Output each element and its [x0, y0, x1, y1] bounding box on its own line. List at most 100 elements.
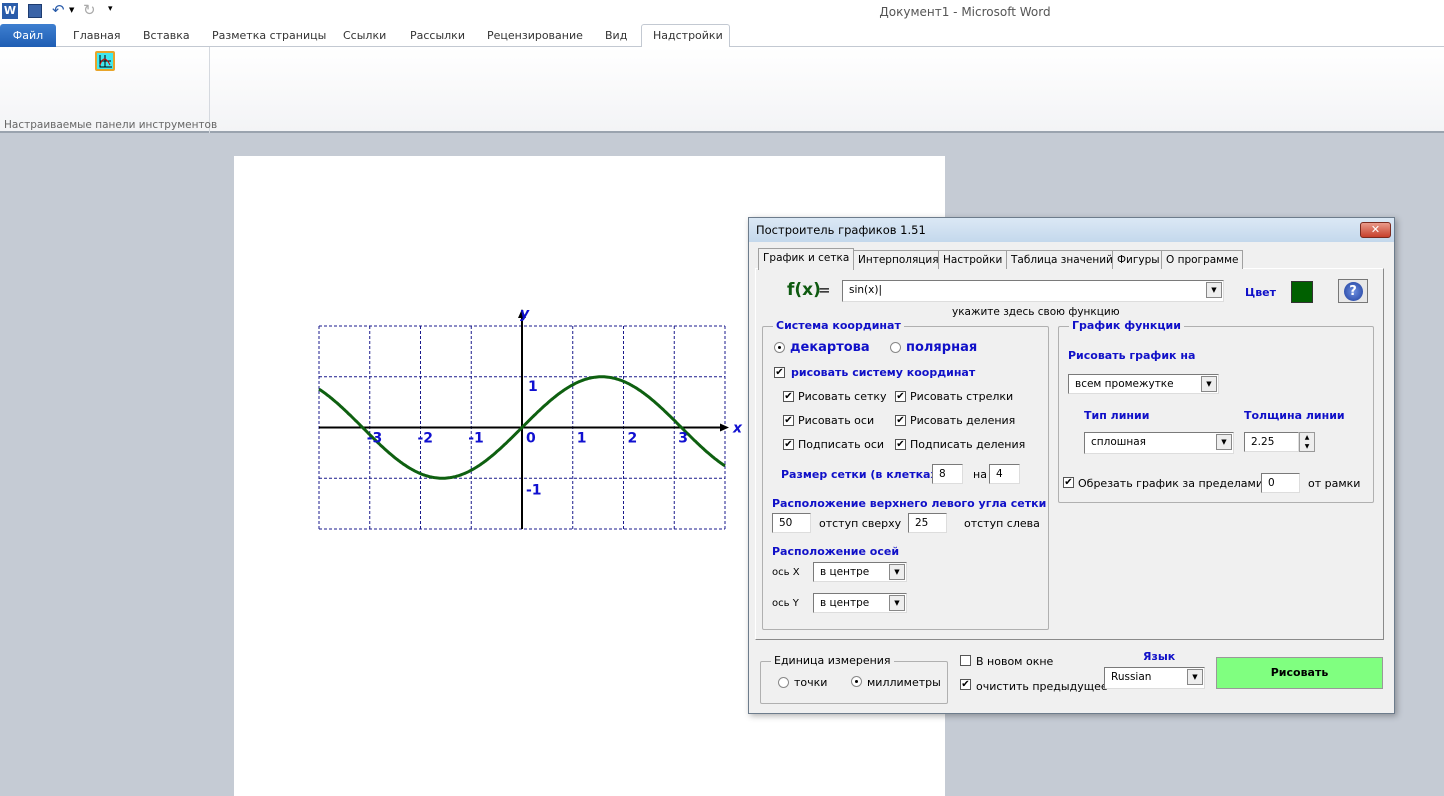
x-tick-label: -1 [468, 431, 484, 447]
top-offset-input[interactable]: 50 [772, 513, 811, 533]
line-width-label: Толщина линии [1244, 409, 1345, 422]
clear-previous-checkbox[interactable]: ✔ [960, 679, 971, 690]
help-icon: ? [1343, 282, 1363, 301]
line-type-value: сплошная [1091, 436, 1146, 448]
dialog-title: Построитель графиков 1.51 [749, 218, 1394, 242]
graph-function-group: График функции Рисовать график на всем п… [1058, 319, 1374, 503]
radio-polar-label[interactable]: полярная [906, 340, 977, 355]
checkbox-label-axes[interactable]: ✔ [783, 439, 794, 450]
coord-system-legend: Система координат [773, 319, 904, 332]
units-legend: Единица измерения [771, 654, 894, 667]
label-draw-axes[interactable]: Рисовать оси [798, 414, 874, 427]
color-swatch[interactable] [1291, 281, 1313, 303]
chevron-down-icon[interactable]: ▼ [889, 564, 905, 580]
radio-points[interactable] [778, 677, 789, 688]
checkbox-draw-ticks[interactable]: ✔ [895, 415, 906, 426]
grid-height-input[interactable]: 4 [989, 464, 1020, 484]
line-type-select[interactable]: сплошная ▼ [1084, 432, 1234, 454]
x-tick-label: 1 [577, 431, 587, 447]
clip-input[interactable]: 0 [1261, 473, 1300, 493]
checkbox-draw-grid[interactable]: ✔ [783, 391, 794, 402]
grid-size-label: Размер сетки (в клетках) [781, 468, 943, 481]
label-draw-ticks[interactable]: Рисовать деления [910, 414, 1015, 427]
label-draw-arrows[interactable]: Рисовать стрелки [910, 390, 1013, 403]
y-axis-label: y [520, 306, 530, 322]
radio-cartesian[interactable] [774, 342, 785, 353]
grid-by-label: на [973, 468, 987, 481]
function-hint: укажите здесь свою функцию [952, 306, 1120, 318]
clip-checkbox[interactable]: ✔ [1063, 477, 1074, 488]
language-value: Russian [1111, 671, 1152, 683]
label-label-axes[interactable]: Подписать оси [798, 438, 884, 451]
sine-chart: -3 -2 -1 0 1 2 3 1 -1 x y [318, 306, 743, 530]
axis-x-select[interactable]: в центре ▼ [813, 562, 907, 582]
fx-label: f(x) [787, 280, 821, 300]
draw-system-checkbox[interactable]: ✔ [774, 367, 785, 378]
axis-y-select[interactable]: в центре ▼ [813, 593, 907, 613]
help-button[interactable]: ? [1338, 279, 1368, 303]
grid-width-input[interactable]: 8 [932, 464, 963, 484]
draw-button[interactable]: Рисовать [1216, 657, 1383, 689]
x-tick-label: 3 [678, 431, 688, 447]
axes-position-label: Расположение осей [772, 545, 900, 558]
label-draw-grid[interactable]: Рисовать сетку [798, 390, 887, 403]
tab-values-table[interactable]: Таблица значений [1006, 250, 1118, 269]
corner-position-label: Расположение верхнего левого угла сетки [772, 497, 1047, 510]
line-type-label: Тип линии [1084, 409, 1150, 422]
chevron-down-icon[interactable]: ▼ [1216, 434, 1232, 450]
graph-function-legend: График функции [1069, 319, 1184, 332]
axis-x-label: ось X [772, 567, 800, 578]
radio-mm-label[interactable]: миллиметры [867, 676, 941, 689]
axis-x-value: в центре [820, 566, 870, 578]
language-select[interactable]: Russian ▼ [1104, 667, 1205, 689]
checkbox-label-ticks[interactable]: ✔ [895, 439, 906, 450]
x-tick-label: -3 [367, 431, 383, 447]
tab-about[interactable]: О программе [1161, 250, 1244, 269]
clear-previous-label[interactable]: очистить предыдущее [976, 680, 1108, 693]
axis-y-label: ось Y [772, 598, 799, 609]
tab-graph-grid[interactable]: График и сетка [758, 248, 855, 270]
equals-sign: = [818, 281, 831, 299]
color-label: Цвет [1245, 286, 1277, 299]
close-button[interactable]: ✕ [1360, 222, 1391, 238]
left-offset-label: отступ слева [964, 517, 1040, 530]
tab-settings[interactable]: Настройки [938, 250, 1008, 269]
chevron-down-icon[interactable]: ▼ [1201, 376, 1217, 392]
radio-mm[interactable] [851, 676, 862, 687]
draw-on-label: Рисовать график на [1068, 349, 1196, 362]
tab-panel: f(x) = sin(x)| ▼ укажите здесь свою функ… [755, 268, 1384, 640]
left-offset-input[interactable]: 25 [908, 513, 947, 533]
top-offset-label: отступ сверху [819, 517, 902, 530]
draw-on-select[interactable]: всем промежутке ▼ [1068, 374, 1219, 394]
chevron-down-icon[interactable]: ▼ [889, 595, 905, 611]
function-dropdown-arrow[interactable]: ▼ [1206, 282, 1222, 298]
function-value: sin(x) [849, 284, 879, 296]
language-label: Язык [1143, 650, 1176, 663]
new-window-checkbox[interactable] [960, 655, 971, 666]
new-window-label[interactable]: В новом окне [976, 655, 1053, 668]
x-tick-label: 2 [628, 431, 638, 447]
label-label-ticks[interactable]: Подписать деления [910, 438, 1025, 451]
tab-interpolation[interactable]: Интерполяция [853, 250, 944, 269]
draw-on-value: всем промежутке [1075, 378, 1174, 390]
function-input[interactable]: sin(x)| ▼ [842, 280, 1224, 302]
radio-polar[interactable] [890, 342, 901, 353]
coord-system-group: Система координат декартова полярная ✔ р… [762, 319, 1049, 630]
graph-builder-dialog: Построитель графиков 1.51 ✕ f(x) = sin(x… [748, 217, 1395, 714]
chevron-down-icon[interactable]: ▼ [1187, 669, 1203, 685]
draw-system-label[interactable]: рисовать систему координат [791, 366, 975, 379]
line-width-spinner[interactable]: ▲ ▼ [1299, 432, 1315, 452]
tab-shapes[interactable]: Фигуры [1112, 250, 1165, 269]
radio-points-label[interactable]: точки [794, 676, 827, 689]
units-group: Единица измерения точки миллиметры [760, 654, 948, 704]
x-tick-label: 0 [526, 431, 536, 447]
line-width-input[interactable]: 2.25 [1244, 432, 1299, 452]
checkbox-draw-axes[interactable]: ✔ [783, 415, 794, 426]
clip-suffix: от рамки [1308, 477, 1361, 490]
radio-cartesian-label[interactable]: декартова [790, 340, 870, 355]
axis-y-value: в центре [820, 597, 870, 609]
x-tick-label: -2 [418, 431, 434, 447]
checkbox-draw-arrows[interactable]: ✔ [895, 391, 906, 402]
y-tick-label: -1 [526, 482, 542, 498]
clip-label[interactable]: Обрезать график за пределами [1078, 477, 1263, 490]
